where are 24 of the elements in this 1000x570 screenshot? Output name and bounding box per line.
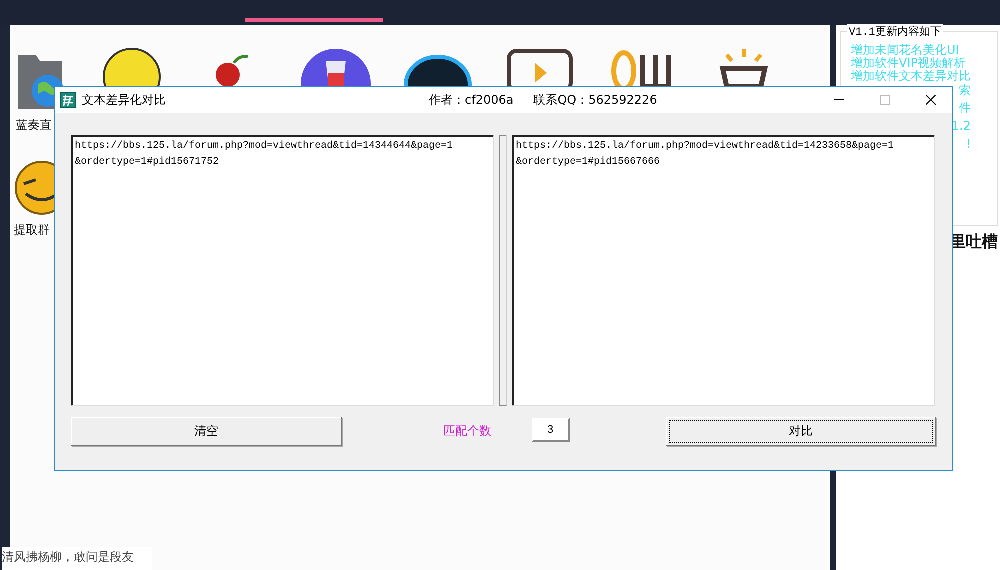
right-text-field[interactable]: https://bbs.125.la/forum.php?mod=viewthread&tid=14233658&page=1 &ordertype=1#pid15667666 (512, 135, 935, 406)
compare-button[interactable]: 对比 (666, 417, 936, 446)
update-line: 增加未闻花名美化UI (851, 44, 960, 57)
left-text-field[interactable]: https://bbs.125.la/forum.php?mod=viewthread&tid=14344644&page=1 &ordertype=1#pid15671752 (71, 135, 494, 406)
update-line-fragment: 索 (959, 83, 971, 97)
update-line: 增加软件VIP视频解析 (851, 57, 967, 70)
update-line-fragment: 1.2 (952, 119, 971, 133)
update-line: 增加软件文本差异对比 (851, 70, 972, 83)
status-text: 清风拂杨柳，敢问是段友 (2, 547, 152, 570)
match-count-label: 匹配个数 (444, 423, 492, 440)
match-count-field[interactable]: 3 (532, 418, 570, 442)
play-frame-icon[interactable] (505, 47, 575, 87)
author-text: 作者：cf2006a (429, 92, 514, 108)
splitter-bar[interactable] (499, 135, 507, 406)
update-line-fragment: 件 (959, 101, 971, 115)
clear-button[interactable]: 清空 (71, 417, 342, 446)
close-icon[interactable] (926, 95, 936, 105)
smiley-face-icon[interactable] (102, 47, 162, 87)
app-icon (60, 92, 76, 108)
update-line-fragment: ! (966, 137, 971, 151)
window-title: 文本差异化对比 (82, 92, 167, 108)
contact-text: 联系QQ：562592226 (534, 92, 658, 108)
launcher-label[interactable]: 蓝奏直 (16, 117, 52, 134)
group-title: V1.1更新内容如下 (847, 24, 944, 39)
